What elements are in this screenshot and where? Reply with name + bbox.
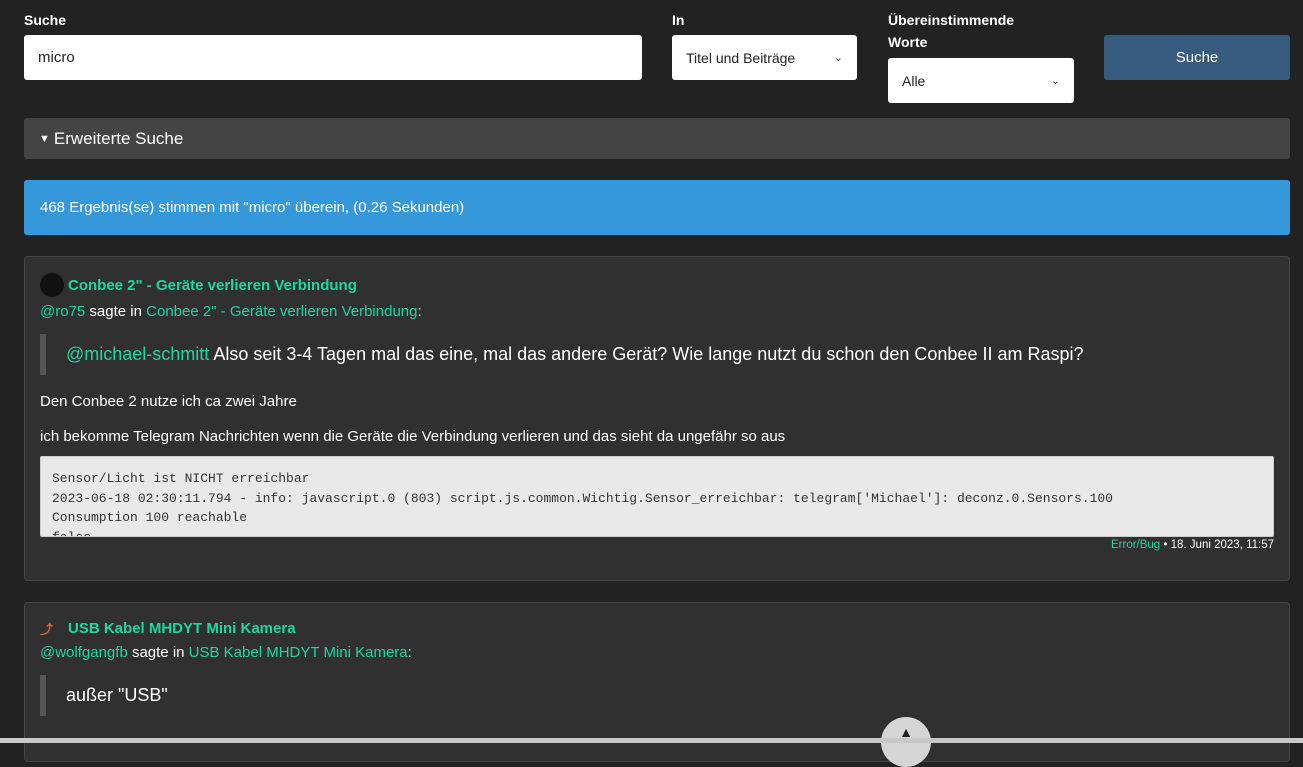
post-paragraph: Den Conbee 2 nutze ich ca zwei Jahre (40, 393, 297, 410)
topic-link[interactable]: USB Kabel MHDYT Mini Kamera (189, 644, 408, 661)
advanced-search-toggle[interactable]: ▼ Erweiterte Suche (24, 118, 1290, 159)
match-label: Übereinstimmende Worte (888, 12, 1015, 50)
code-block: Sensor/Licht ist NICHT erreichbar 2023-0… (40, 456, 1274, 537)
match-select-value: Alle (902, 72, 926, 89)
in-select[interactable]: Titel und Beiträge ⌄ (672, 35, 857, 80)
advanced-search-label: Erweiterte Suche (53, 128, 184, 148)
caret-down-icon: ▼ (39, 132, 50, 145)
in-label: In (672, 12, 685, 28)
search-label: Suche (24, 12, 67, 28)
post-date: 18. Juni 2023, 11:57 (1170, 539, 1274, 551)
user-link[interactable]: @wolfgangfb (40, 644, 128, 661)
said-in-text: sagte in (89, 303, 142, 320)
in-select-value: Titel und Beiträge (686, 49, 796, 66)
horizontal-scrollbar[interactable] (0, 738, 1303, 743)
results-alert: 468 Ergebnis(se) stimmen mit "micro" übe… (24, 180, 1290, 235)
result-title-link[interactable]: USB Kabel MHDYT Mini Kamera (68, 620, 296, 637)
search-input[interactable]: micro (24, 35, 642, 80)
quote-block: außer "USB" (40, 675, 1274, 716)
result-card: Conbee 2" - Geräte verlieren Verbindung … (24, 256, 1290, 581)
said-in-text: sagte in (131, 644, 185, 661)
user-link[interactable]: @ro75 (40, 303, 85, 320)
avatar (40, 273, 64, 297)
quote-block: @michael-schmitt Also seit 3-4 Tagen mal… (40, 334, 1274, 375)
quote-text: Also seit 3-4 Tagen mal das eine, mal da… (213, 344, 1084, 364)
result-title-link[interactable]: Conbee 2" - Geräte verlieren Verbindung (68, 277, 357, 294)
search-button[interactable]: Suche (1104, 35, 1290, 80)
chevron-down-icon: ⌄ (833, 52, 843, 64)
category-link[interactable]: Error/Bug (1111, 539, 1160, 551)
mention-link[interactable]: @michael-schmitt (66, 344, 209, 364)
match-select[interactable]: Alle ⌄ (888, 58, 1074, 103)
topic-link[interactable]: Conbee 2" - Geräte verlieren Verbindung (146, 303, 417, 320)
post-paragraph: ich bekomme Telegram Nachrichten wenn di… (40, 428, 786, 445)
avatar: ⤴ (40, 622, 54, 637)
chevron-down-icon: ⌄ (1050, 75, 1060, 87)
